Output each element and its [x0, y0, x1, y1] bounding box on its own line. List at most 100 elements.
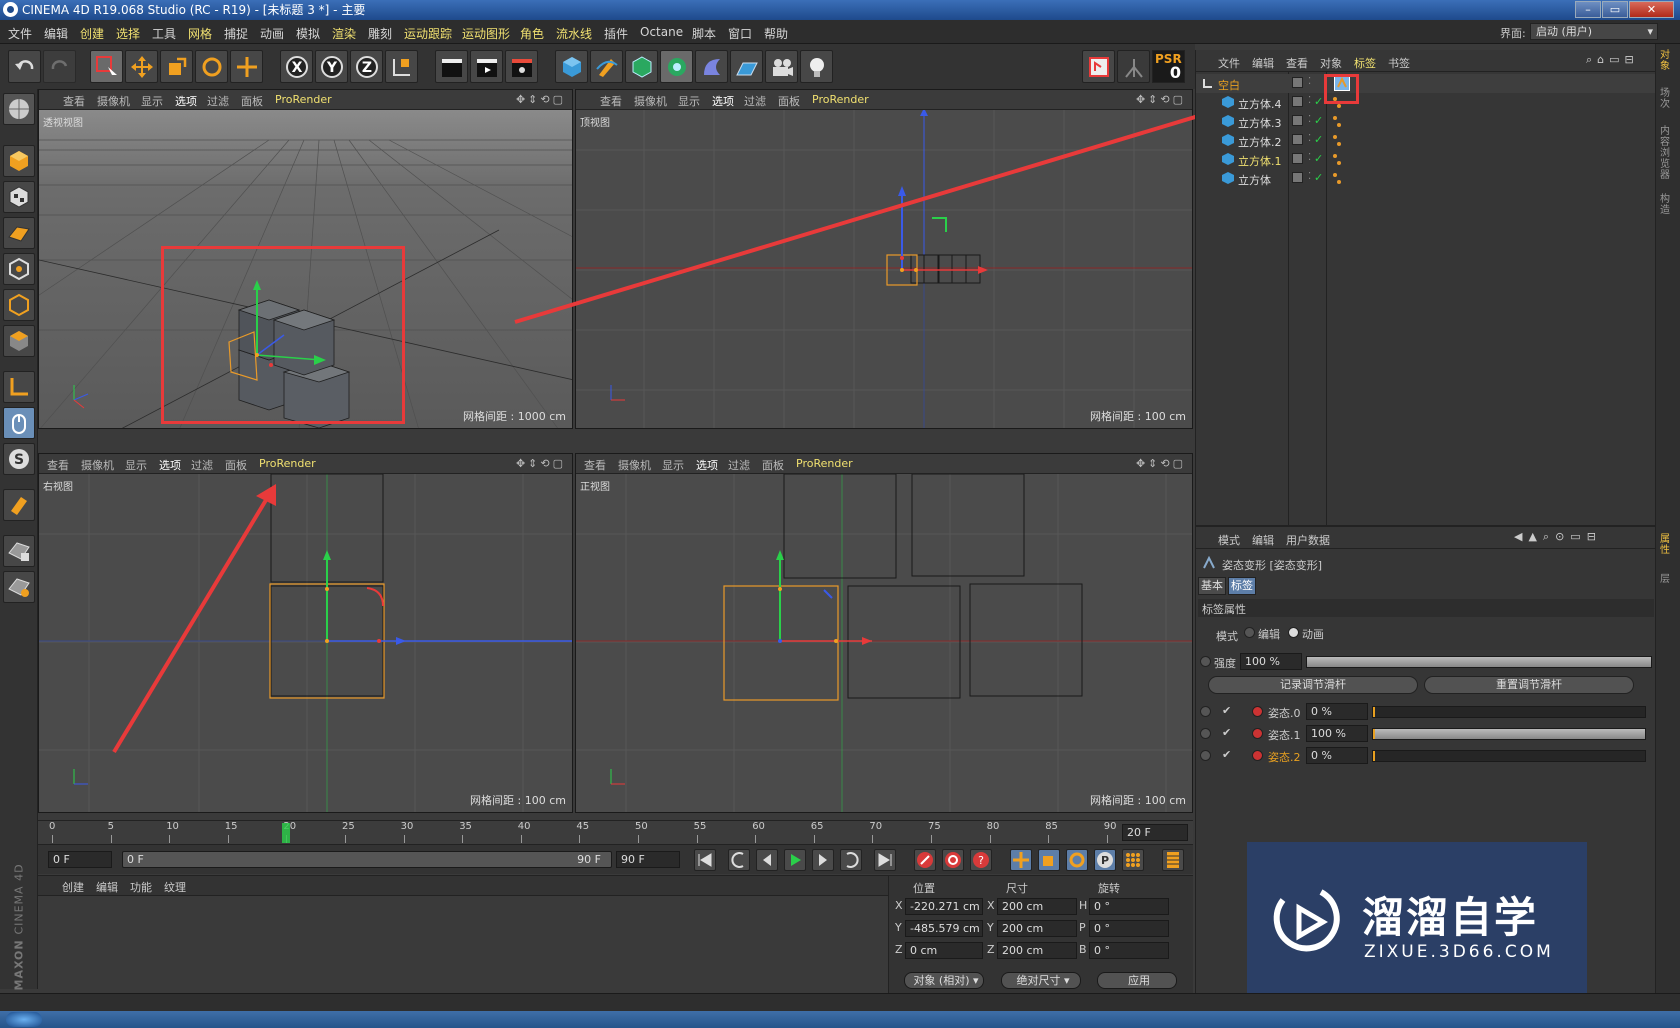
- undo-button[interactable]: [8, 50, 41, 83]
- object-name[interactable]: 立方体.1: [1238, 153, 1282, 169]
- key-scale-button[interactable]: [1038, 849, 1060, 871]
- next-key-button[interactable]: [840, 849, 862, 871]
- pose-anim-toggle[interactable]: [1200, 706, 1211, 717]
- key-position-button[interactable]: [1010, 849, 1032, 871]
- timeline-window-button[interactable]: [1162, 849, 1184, 871]
- tweak-mode-button[interactable]: [3, 407, 35, 439]
- object-name[interactable]: 立方体.4: [1238, 96, 1282, 112]
- floor-button[interactable]: [730, 50, 763, 83]
- pose-slider[interactable]: [1372, 750, 1646, 762]
- viewport-perspective[interactable]: 查看 摄像机 显示 选项 过滤 面板 ProRender ✥⇕⟲▢ 透视视图 网…: [38, 89, 573, 429]
- render-settings-button[interactable]: [505, 50, 538, 83]
- pose-anim-toggle[interactable]: [1200, 750, 1211, 761]
- vp-menu-prorender[interactable]: ProRender: [259, 457, 316, 470]
- om-menu-objects[interactable]: 对象: [1320, 55, 1342, 71]
- enabled-check-icon[interactable]: ✓: [1314, 171, 1323, 184]
- psr-button[interactable]: PSR 0: [1152, 50, 1185, 83]
- menu-select[interactable]: 选择: [116, 25, 140, 42]
- menu-file[interactable]: 文件: [8, 25, 32, 42]
- menu-mograph[interactable]: 运动图形: [462, 25, 510, 42]
- enabled-check-icon[interactable]: ✓: [1314, 133, 1323, 146]
- snapping-button[interactable]: [3, 489, 35, 521]
- render-dots-icon[interactable]: ⁚: [1308, 76, 1311, 87]
- mode-animate-radio[interactable]: [1288, 627, 1299, 638]
- redo-button[interactable]: [43, 50, 76, 83]
- object-row[interactable]: 立方体.2 ⁚ ✓: [1196, 131, 1656, 150]
- phong-tag-icon[interactable]: [1332, 153, 1342, 170]
- vp-menu-prorender[interactable]: ProRender: [812, 93, 869, 106]
- viewport-nav-icons[interactable]: ✥⇕⟲▢: [516, 457, 566, 470]
- right-canvas[interactable]: [39, 474, 572, 812]
- pose-value-field[interactable]: 100 %: [1306, 725, 1368, 742]
- viewport-nav-icons[interactable]: ✥⇕⟲▢: [516, 93, 566, 106]
- side-tab[interactable]: 属性: [1660, 534, 1676, 556]
- coord-size-field[interactable]: 200 cm: [997, 920, 1077, 937]
- coordinate-system-button[interactable]: [385, 50, 418, 83]
- pose-enabled-check-icon[interactable]: ✔: [1222, 726, 1231, 739]
- vp-menu-panel[interactable]: 面板: [241, 93, 263, 109]
- om-menu-file[interactable]: 文件: [1218, 55, 1240, 71]
- om-menu-view[interactable]: 查看: [1286, 55, 1308, 71]
- menu-motion-tracking[interactable]: 运动跟踪: [404, 25, 452, 42]
- coord-position-field[interactable]: 0 cm: [905, 942, 983, 959]
- vp-menu-filter[interactable]: 过滤: [207, 93, 229, 109]
- render-view-button[interactable]: [435, 50, 468, 83]
- make-editable-button[interactable]: [3, 93, 35, 125]
- render-picture-viewer-button[interactable]: [470, 50, 503, 83]
- side-tab[interactable]: 层: [1660, 574, 1676, 585]
- vp-menu-filter[interactable]: 过滤: [744, 93, 766, 109]
- object-name[interactable]: 立方体.3: [1238, 115, 1282, 131]
- polygons-mode-button[interactable]: [3, 325, 35, 357]
- layout-switch-button[interactable]: [1082, 50, 1115, 83]
- key-pla-button[interactable]: [1122, 849, 1144, 871]
- side-tab[interactable]: 内容浏览器: [1660, 126, 1676, 181]
- scale-tool-button[interactable]: [160, 50, 193, 83]
- y-axis-lock-button[interactable]: Y: [315, 50, 348, 83]
- key-parameter-button[interactable]: P: [1094, 849, 1116, 871]
- material-list[interactable]: [38, 896, 888, 994]
- timeline-ruler[interactable]: 051015202530354045505560657075808590 20 …: [38, 820, 1193, 844]
- vp-menu-options[interactable]: 选项: [712, 93, 734, 109]
- cube-primitive-button[interactable]: [555, 50, 588, 83]
- live-selection-button[interactable]: [90, 50, 123, 83]
- strength-slider[interactable]: [1306, 656, 1652, 668]
- menu-window[interactable]: 窗口: [728, 25, 752, 42]
- tab-basic[interactable]: 基本: [1198, 577, 1226, 595]
- vp-menu-display[interactable]: 显示: [141, 93, 163, 109]
- vp-menu-options[interactable]: 选项: [696, 457, 718, 473]
- vp-menu-display[interactable]: 显示: [678, 93, 700, 109]
- goto-end-button[interactable]: [874, 849, 896, 871]
- enabled-check-icon[interactable]: ✓: [1314, 152, 1323, 165]
- menu-simulate[interactable]: 模拟: [296, 25, 320, 42]
- perspective-canvas[interactable]: [39, 110, 572, 428]
- phong-tag-icon[interactable]: [1332, 172, 1342, 189]
- reset-sliders-button[interactable]: 重置调节滑杆: [1424, 676, 1634, 694]
- vp-menu-camera[interactable]: 摄像机: [634, 93, 667, 109]
- mode-edit-radio[interactable]: [1244, 627, 1255, 638]
- vp-menu-panel[interactable]: 面板: [778, 93, 800, 109]
- mat-menu-function[interactable]: 功能: [130, 879, 152, 895]
- prev-frame-button[interactable]: [756, 849, 778, 871]
- vp-menu-filter[interactable]: 过滤: [191, 457, 213, 473]
- vp-menu-display[interactable]: 显示: [662, 457, 684, 473]
- timeline-end-field[interactable]: 20 F: [1122, 824, 1188, 841]
- pose-value-field[interactable]: 0 %: [1306, 747, 1368, 764]
- planar-workplane-button[interactable]: [3, 571, 35, 603]
- play-button[interactable]: [784, 849, 806, 871]
- menu-sculpt[interactable]: 雕刻: [368, 25, 392, 42]
- rotate-tool-button[interactable]: [195, 50, 228, 83]
- vp-menu-prorender[interactable]: ProRender: [275, 93, 332, 106]
- menu-edit[interactable]: 编辑: [44, 25, 68, 42]
- menu-animate[interactable]: 动画: [260, 25, 284, 42]
- render-dots-icon[interactable]: ⁚: [1308, 152, 1311, 163]
- enabled-check-icon[interactable]: ✓: [1314, 95, 1323, 108]
- start-frame-field[interactable]: 0 F: [48, 851, 112, 868]
- menu-create[interactable]: 创建: [80, 25, 104, 42]
- menu-script[interactable]: 脚本: [692, 25, 716, 42]
- coord-mode-select[interactable]: 对象 (相对) ▾: [904, 972, 984, 989]
- top-canvas[interactable]: [576, 110, 1192, 428]
- menu-octane[interactable]: Octane: [640, 25, 683, 39]
- om-menu-edit[interactable]: 编辑: [1252, 55, 1274, 71]
- render-dots-icon[interactable]: ⁚: [1308, 114, 1311, 125]
- om-menu-tags[interactable]: 标签: [1354, 55, 1376, 71]
